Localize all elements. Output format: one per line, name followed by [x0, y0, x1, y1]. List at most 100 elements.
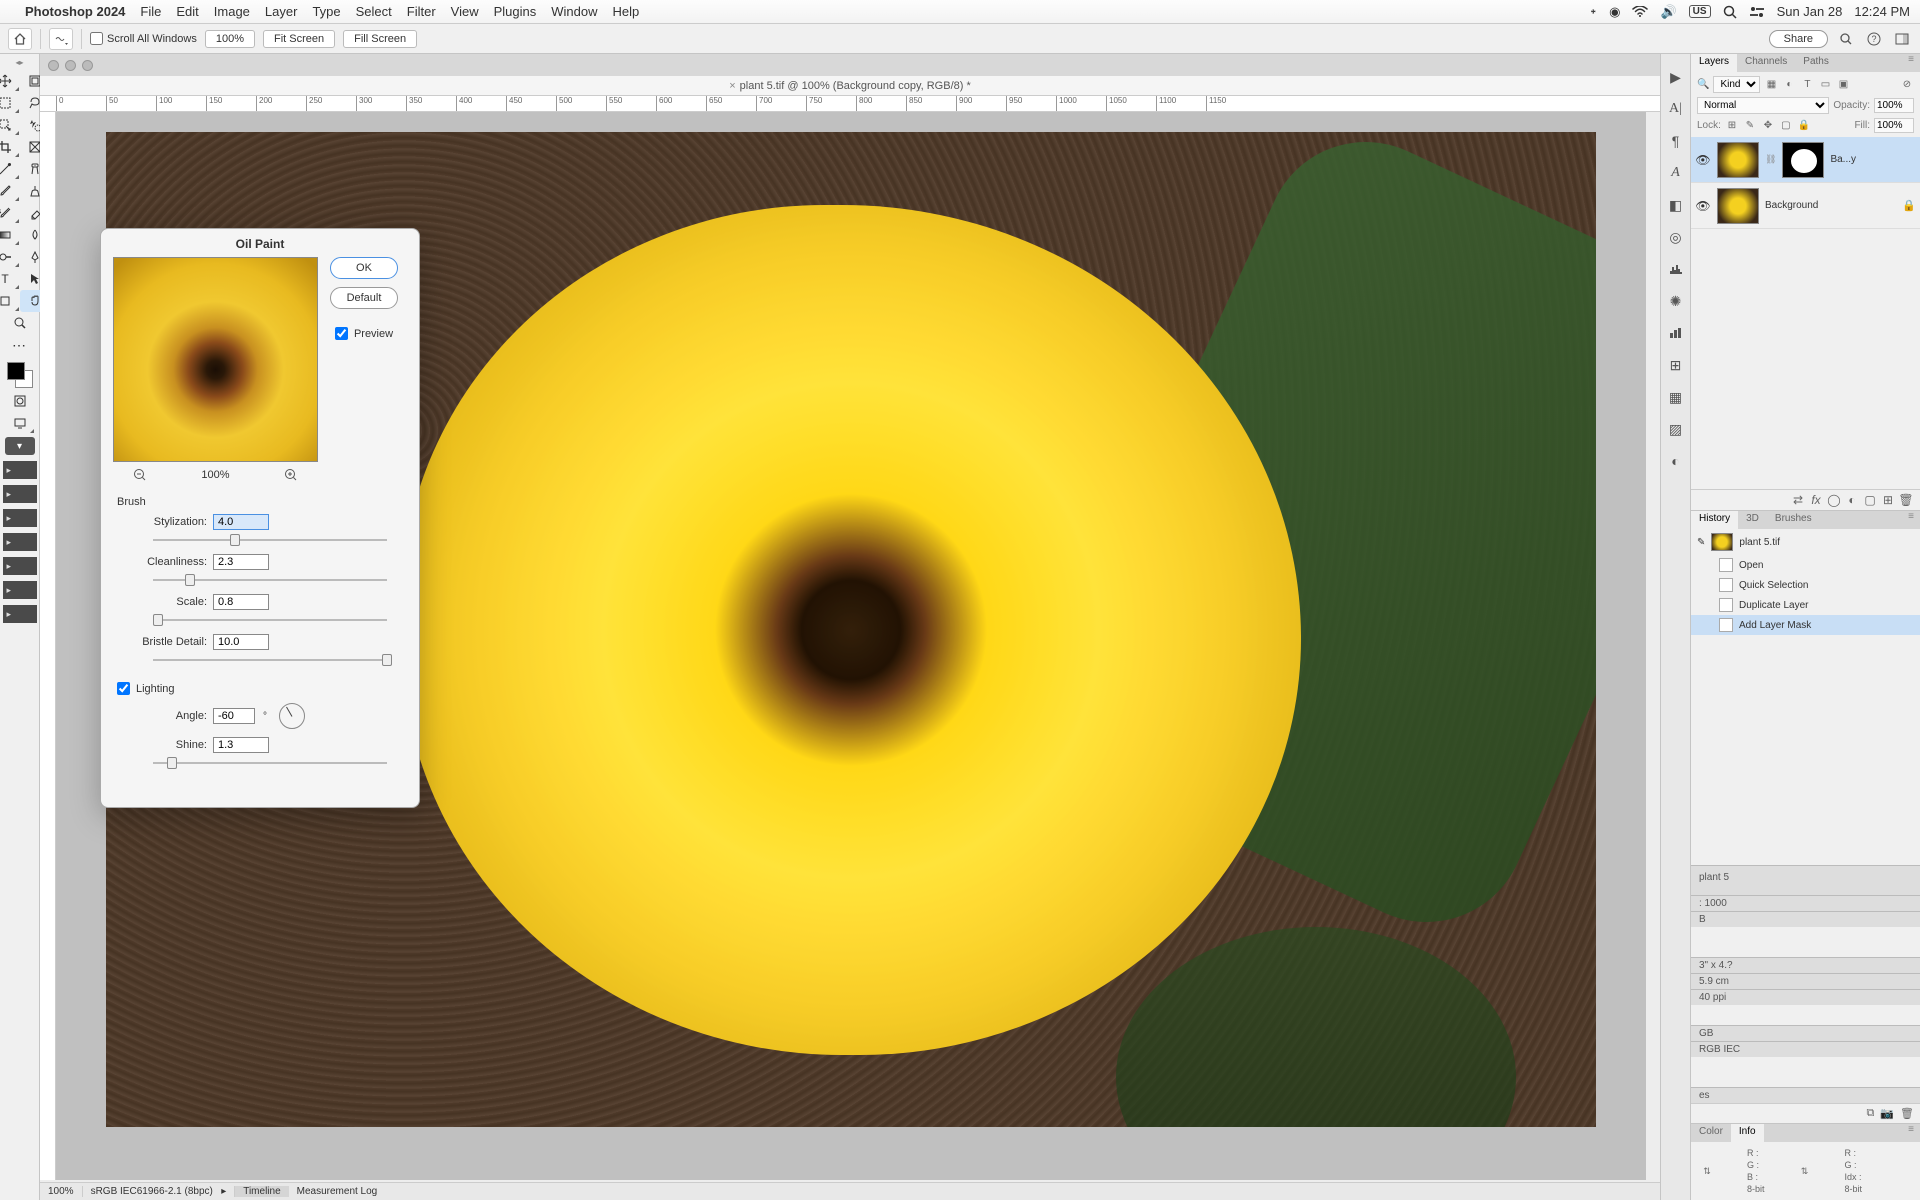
history-state[interactable]: Open	[1691, 555, 1920, 575]
fill-input[interactable]	[1874, 118, 1914, 133]
link-layers-icon[interactable]: ⇄	[1790, 493, 1806, 507]
stylization-input[interactable]	[213, 514, 269, 530]
angle-dial[interactable]	[279, 703, 305, 729]
snapshot-icon[interactable]: 📷	[1880, 1107, 1894, 1120]
horizontal-ruler[interactable]: 0 50 100 150 200 250 300 350 400 450 500…	[40, 96, 1660, 112]
visibility-icon[interactable]: 👁	[1695, 153, 1711, 167]
menu-view[interactable]: View	[451, 4, 479, 19]
zoom-level-button[interactable]: 100%	[205, 30, 255, 48]
move-tool[interactable]	[0, 70, 20, 92]
bristle-detail-slider[interactable]	[153, 652, 387, 668]
quick-mask-toggle[interactable]	[5, 390, 35, 412]
share-button[interactable]: Share	[1769, 30, 1828, 48]
lock-icon[interactable]: 🔒	[1902, 199, 1916, 212]
menu-layer[interactable]: Layer	[265, 4, 298, 19]
tool-preset-picker[interactable]	[49, 28, 73, 50]
navigator-icon[interactable]: ◎	[1667, 228, 1685, 246]
vertical-ruler[interactable]	[40, 112, 56, 1180]
layer-mask-thumbnail[interactable]	[1782, 142, 1824, 178]
color-swatches[interactable]	[5, 360, 35, 390]
cleanliness-input[interactable]	[213, 554, 269, 570]
flyout-1[interactable]: ▸	[3, 461, 37, 479]
lock-artboard-icon[interactable]: ▢	[1779, 119, 1793, 133]
blend-mode-select[interactable]: Normal	[1697, 97, 1829, 114]
layer-thumbnail[interactable]	[1717, 188, 1759, 224]
foreground-color-swatch[interactable]	[7, 362, 25, 380]
type-tool[interactable]: T	[0, 268, 20, 290]
layer-thumbnail[interactable]	[1717, 142, 1759, 178]
scroll-all-windows-checkbox[interactable]: Scroll All Windows	[90, 32, 197, 45]
snapshot-name[interactable]: plant 5.tif	[1739, 537, 1780, 548]
expand-tools[interactable]: ▾	[5, 437, 35, 455]
selection-tool[interactable]	[0, 114, 20, 136]
patterns-icon[interactable]: ▨	[1667, 420, 1685, 438]
flyout-7[interactable]: ▸	[3, 605, 37, 623]
delete-state-icon[interactable]: 🗑	[1900, 1107, 1914, 1120]
character-icon[interactable]: A|	[1667, 100, 1685, 118]
panel-menu-icon[interactable]: ≡	[1902, 511, 1920, 529]
scale-input[interactable]	[213, 594, 269, 610]
zoom-tool[interactable]	[5, 312, 35, 334]
home-button[interactable]	[8, 28, 32, 50]
filter-adjust-icon[interactable]: ◐	[1782, 78, 1796, 92]
filter-shape-icon[interactable]: ▭	[1818, 78, 1832, 92]
lock-position-icon[interactable]: ✥	[1761, 119, 1775, 133]
eyedropper-2-icon[interactable]: ⇅	[1795, 1148, 1815, 1194]
shine-slider[interactable]	[153, 755, 387, 771]
shine-input[interactable]	[213, 737, 269, 753]
layer-name[interactable]: Ba...y	[1830, 154, 1856, 165]
flyout-2[interactable]: ▸	[3, 485, 37, 503]
tab-brushes[interactable]: Brushes	[1767, 511, 1820, 529]
gradient-tool[interactable]	[0, 224, 20, 246]
zoom-in-icon[interactable]	[284, 468, 298, 482]
flyout-3[interactable]: ▸	[3, 509, 37, 527]
tab-color[interactable]: Color	[1691, 1124, 1731, 1142]
lighting-checkbox[interactable]: Lighting	[117, 682, 403, 695]
layer-row[interactable]: 👁 Background 🔒	[1691, 183, 1920, 229]
dodge-tool[interactable]	[0, 246, 20, 268]
tab-measurement-log[interactable]: Measurement Log	[289, 1186, 386, 1197]
tab-layers[interactable]: Layers	[1691, 54, 1737, 72]
workspace-icon[interactable]	[1892, 29, 1912, 49]
default-button[interactable]: Default	[330, 287, 398, 309]
fill-screen-button[interactable]: Fill Screen	[343, 30, 417, 48]
menu-window[interactable]: Window	[551, 4, 597, 19]
filter-smart-icon[interactable]: ▣	[1836, 78, 1850, 92]
fit-screen-button[interactable]: Fit Screen	[263, 30, 335, 48]
menu-help[interactable]: Help	[613, 4, 640, 19]
flyout-6[interactable]: ▸	[3, 581, 37, 599]
bristle-detail-input[interactable]	[213, 634, 269, 650]
status-zoom[interactable]: 100%	[40, 1186, 83, 1197]
visibility-icon[interactable]: 👁	[1695, 199, 1711, 213]
tab-history[interactable]: History	[1691, 511, 1738, 529]
control-center-icon[interactable]	[1749, 6, 1765, 18]
opacity-input[interactable]	[1874, 98, 1914, 113]
oil-paint-dialog[interactable]: Oil Paint 100% OK Default Preview Brush …	[100, 228, 420, 808]
br brush-tool[interactable]	[0, 180, 20, 202]
search-icon[interactable]	[1723, 5, 1737, 19]
menu-image[interactable]: Image	[214, 4, 250, 19]
close-window-icon[interactable]	[48, 60, 59, 71]
preview-checkbox[interactable]: Preview	[335, 327, 393, 340]
new-layer-icon[interactable]: ⊞	[1880, 493, 1896, 507]
layer-name[interactable]: Background	[1765, 200, 1818, 211]
history-state[interactable]: Duplicate Layer	[1691, 595, 1920, 615]
screen-mode-toggle[interactable]	[5, 412, 35, 434]
tab-timeline[interactable]: Timeline	[235, 1186, 288, 1197]
scale-slider[interactable]	[153, 612, 387, 628]
eyedropper-tool[interactable]	[0, 158, 20, 180]
swatches-icon[interactable]: ▦	[1667, 388, 1685, 406]
crop-tool[interactable]	[0, 136, 20, 158]
properties-icon[interactable]: ⊞	[1667, 356, 1685, 374]
tab-paths[interactable]: Paths	[1795, 54, 1837, 72]
glyphs-icon[interactable]: A	[1667, 164, 1685, 182]
shape-tool[interactable]	[0, 290, 20, 312]
tools-toggle[interactable]: ◂▸	[3, 58, 37, 68]
ok-button[interactable]: OK	[330, 257, 398, 279]
snapshot-thumbnail[interactable]	[1711, 533, 1733, 551]
play-icon[interactable]: ▶	[1667, 68, 1685, 86]
search-app-icon[interactable]	[1836, 29, 1856, 49]
panel-menu-icon[interactable]: ≡	[1902, 1124, 1920, 1142]
cleanliness-slider[interactable]	[153, 572, 387, 588]
menu-type[interactable]: Type	[312, 4, 340, 19]
